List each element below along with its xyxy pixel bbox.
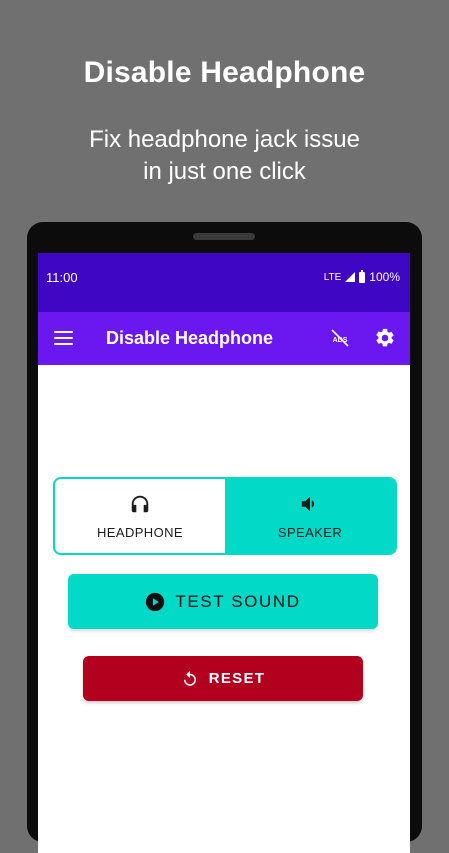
reset-label: RESET [208,670,266,687]
phone-speaker-slot [193,233,255,240]
menu-icon[interactable] [54,331,73,345]
no-ads-icon[interactable]: ADS [330,329,350,347]
signal-icon [345,272,356,282]
speaker-option[interactable]: SPEAKER [225,479,395,553]
gear-icon[interactable] [374,327,396,349]
phone-screen: 11:00 LTE 100% Disable Headphone ADS HEA… [38,253,410,853]
app-bar: Disable Headphone ADS [38,312,410,365]
test-sound-label: TEST SOUND [175,591,301,611]
app-title: Disable Headphone [106,328,274,348]
headphone-option[interactable]: HEADPHONE [55,479,225,553]
headphones-icon [131,495,149,513]
test-sound-button[interactable]: TEST SOUND [68,574,378,629]
battery-icon [359,269,366,283]
promo-subtitle-line-1: Fix headphone jack issue [89,126,360,153]
status-time: 11:00 [46,270,78,285]
battery-level: 100% [369,270,400,284]
promo-title: Disable Headphone [83,56,366,89]
promo-subtitle-line-2: in just one click [143,158,306,185]
audio-output-toggle: HEADPHONE SPEAKER [53,477,397,555]
status-indicators: LTE 100% [323,269,400,284]
status-bar: 11:00 LTE 100% [38,253,410,312]
reset-icon [183,670,196,686]
speaker-icon [301,496,315,512]
reset-button[interactable]: RESET [83,656,363,701]
play-circle-icon [146,592,165,611]
promo-subtitle: Fix headphone jack issue in just one cli… [0,124,449,188]
headphone-label: HEADPHONE [97,525,183,540]
speaker-label: SPEAKER [277,525,343,540]
phone-frame: 11:00 LTE 100% Disable Headphone ADS HEA… [27,222,422,853]
network-type: LTE [323,271,342,283]
